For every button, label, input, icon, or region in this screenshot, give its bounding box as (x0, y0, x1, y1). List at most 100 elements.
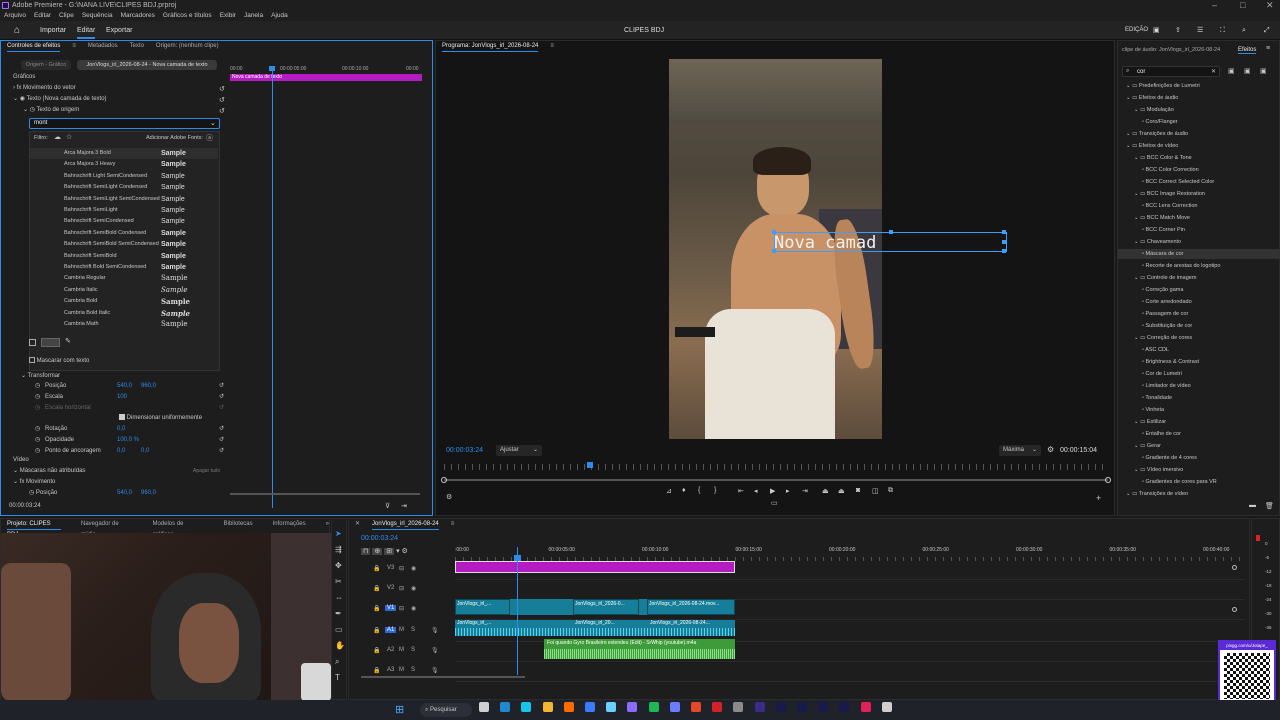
unassigned-masks-row[interactable]: ⌄ Máscaras não atribuídas (13, 466, 85, 476)
program-playhead[interactable] (587, 462, 594, 468)
snap-icon[interactable]: ⊓ (361, 548, 371, 555)
lift-icon[interactable]: ⏏ (822, 487, 829, 495)
track-label[interactable]: V1 (385, 605, 397, 611)
reset-icon[interactable]: ↺ (219, 446, 224, 456)
font-option[interactable]: Bahnschrift SemiBold SemiCondensed Sample (30, 239, 218, 250)
ec-playhead-handle[interactable] (269, 66, 275, 71)
tab-efeitos[interactable]: Efeitos (1238, 47, 1257, 54)
timeline-playhead-handle[interactable] (514, 555, 521, 561)
transform-row[interactable]: ⌄ Transformar (21, 371, 60, 381)
workspace-label[interactable]: EDIÇÃO (1125, 21, 1148, 40)
property-value[interactable]: 960,0 (141, 381, 156, 391)
panel-layout-icon[interactable]: ▣ (1153, 21, 1160, 40)
program-zoom-bar[interactable] (441, 477, 1111, 483)
timeline-timecode[interactable]: 00:00:03:24 (361, 535, 398, 542)
effects-folder[interactable]: ⌄ ▭ BCC Color & Tone (1118, 153, 1280, 163)
reset-icon[interactable]: ↺ (219, 435, 224, 445)
lock-icon[interactable]: 🔒 (373, 585, 380, 592)
taskbar-search[interactable]: ⌕ Pesquisar (420, 703, 472, 717)
v1-clip[interactable]: JonVlogs_irl_2026-08-24.mov... (647, 599, 735, 615)
track-header[interactable]: 🔒 V1 ⊟ ◉ (349, 601, 455, 619)
minimize-button[interactable]: – (1212, 0, 1217, 11)
ec-playhead[interactable] (272, 68, 273, 508)
zoom-handle[interactable] (441, 477, 447, 483)
font-option[interactable]: Cambria Bold Italic Sample (30, 308, 218, 319)
menu-clipe[interactable]: Clipe (59, 11, 74, 21)
effects-folder[interactable]: ⌄ ▭ BCC Image Restoration (1118, 189, 1280, 199)
menu-janela[interactable]: Janela (244, 11, 263, 21)
mark-in-icon[interactable]: ⊿ (666, 487, 672, 495)
effects-search-input[interactable]: cor (1137, 69, 1145, 75)
tab-effect-controls[interactable]: Controles de efeitos (7, 41, 61, 52)
track-select-icon[interactable]: ⇶ (335, 545, 342, 554)
mark-in-bracket-icon[interactable]: { (698, 487, 700, 494)
close-tab-icon[interactable]: ✕ (355, 519, 360, 530)
reset-icon[interactable]: ↺ (219, 96, 225, 104)
effects-folder[interactable]: ⌄ ▭ BCC Match Move (1118, 213, 1280, 223)
track-label[interactable]: V3 (385, 565, 396, 571)
menu-ajuda[interactable]: Ajuda (271, 11, 288, 21)
multi-cam-icon[interactable]: ▭ (771, 499, 778, 507)
tab-metadados[interactable]: Metadados (88, 41, 118, 52)
transform-property-row[interactable]: ◷ Posição 540,0 960,0 ↺ (29, 381, 229, 391)
effects-folder[interactable]: ⌄ ▭ Chaveamento (1118, 237, 1280, 247)
export-icon[interactable]: ⇥ (401, 502, 407, 510)
tab-informacoes[interactable]: Informações (273, 519, 306, 530)
stopwatch-icon[interactable]: ◷ (30, 107, 35, 113)
share-icon[interactable]: ⇪ (1175, 21, 1181, 40)
effect-item[interactable]: ▫ BCC Corner Pin (1118, 225, 1280, 235)
star-filter-icon[interactable]: ☆ (66, 133, 72, 141)
font-option[interactable]: Bahnschrift SemiLight Sample (30, 205, 218, 216)
new-bin-icon[interactable]: ▬ (1249, 502, 1256, 509)
effects-folder[interactable]: ⌄ ▭ Efeitos de áudio (1118, 93, 1280, 103)
font-option[interactable]: Cambria Italic Sample (30, 285, 218, 296)
transform-property-row[interactable]: ◷ Rotação 0,0 ↺ (29, 424, 229, 434)
adobe-fonts-icon[interactable]: ⓐ (206, 133, 213, 143)
stopwatch-icon[interactable]: ◷ (35, 435, 40, 445)
font-option[interactable]: Cambria Math Sample (30, 319, 218, 330)
accelerated-fx-icon[interactable]: ▣ (1228, 67, 1235, 75)
vr-icon[interactable]: ⧉ (888, 487, 893, 495)
quality-dropdown[interactable]: Máxima ⌄ (999, 445, 1041, 456)
extract-icon[interactable]: ⏏ (838, 487, 845, 495)
a1-clip[interactable]: JonVlogs_irl_20... (575, 620, 615, 626)
mute-button[interactable]: M (399, 667, 404, 673)
fullscreen-icon[interactable]: ⛶ (1220, 21, 1225, 40)
ec-clip-bar[interactable]: Nova camada de texto (230, 74, 422, 81)
effects-folder[interactable]: ⌄ ▭ Modulação (1118, 105, 1280, 115)
source-graphic-tab[interactable]: Origem - Gráfico (21, 60, 71, 70)
transform-property-row[interactable]: ◷ Escala 100 ↺ (29, 392, 229, 402)
text-overlay[interactable]: Nova camad (774, 233, 882, 253)
a1-clip[interactable]: JonVlogs_irl_... (457, 620, 491, 626)
tab-texto[interactable]: Texto (130, 41, 144, 52)
stopwatch-icon[interactable]: ◷ (35, 424, 40, 434)
linked-selection-icon[interactable]: ⊕ (372, 548, 383, 555)
transform-property-row[interactable]: ◷ Opacidade 100,0 % ↺ (29, 435, 229, 445)
go-to-out-icon[interactable]: ⇥ (802, 487, 808, 495)
property-value[interactable]: 0,0 (117, 446, 125, 456)
a1-clip[interactable]: JonVlogs_irl_2026-08-24... (650, 620, 710, 626)
menu-marcadores[interactable]: Marcadores (121, 11, 155, 21)
effect-item[interactable]: ▫ Coro/Flanger (1118, 117, 1280, 127)
stopwatch-icon[interactable]: ◷ (35, 381, 40, 391)
eye-icon[interactable]: ◉ (411, 585, 416, 592)
step-forward-icon[interactable]: ▸ (786, 487, 790, 495)
menu-sequencia[interactable]: Sequência (82, 11, 113, 21)
effect-item[interactable]: ▫ Corte arredondado (1118, 297, 1280, 307)
effects-folder[interactable]: ⌄ ▭ Vídeo imersivo (1118, 465, 1280, 475)
eyedropper-icon[interactable]: ✎ (65, 337, 71, 345)
program-title[interactable]: Programa: JonVlogs_irl_2026-08-24 (442, 41, 539, 52)
effect-item[interactable]: ▫ Passagem de cor (1118, 309, 1280, 319)
yuv-fx-icon[interactable]: ▣ (1260, 67, 1267, 75)
mute-button[interactable]: M (399, 627, 404, 633)
effects-folder[interactable]: ⌄ ▭ Estilizar (1118, 417, 1280, 427)
ec-zoom-bar[interactable] (230, 493, 420, 495)
uniform-scale-row[interactable]: Dimensionar uniformemente (119, 413, 202, 423)
transform-handle[interactable] (1002, 230, 1006, 234)
panel-menu-icon[interactable]: ≡ (72, 41, 76, 52)
filter-icon[interactable]: ⊽ (385, 502, 390, 510)
property-value[interactable]: 0,0 (141, 446, 149, 456)
property-value[interactable]: 100 (117, 392, 127, 402)
font-option[interactable]: Bahnschrift Light SemiCondensed Sample (30, 171, 218, 182)
track-label[interactable]: V2 (385, 585, 396, 591)
